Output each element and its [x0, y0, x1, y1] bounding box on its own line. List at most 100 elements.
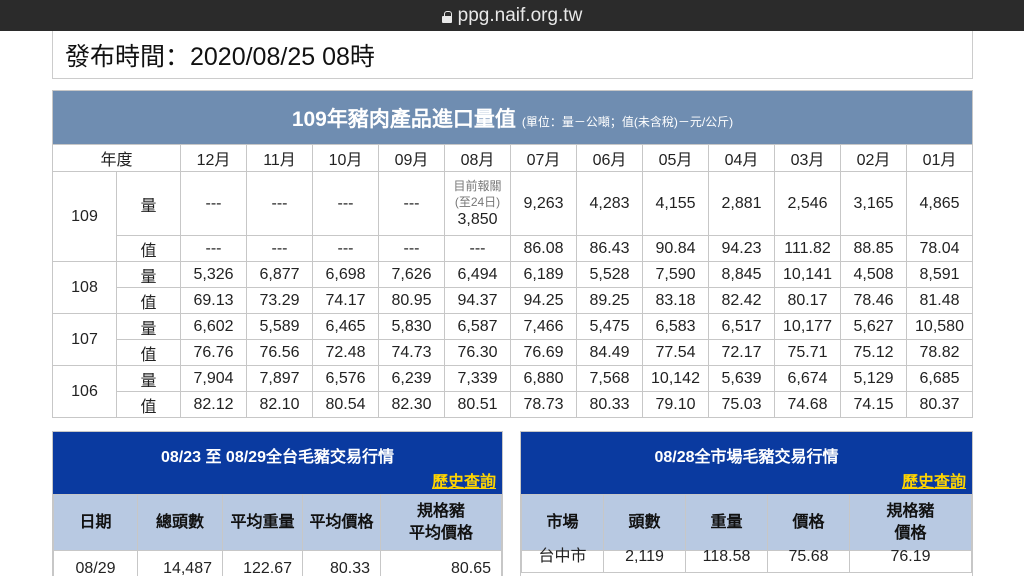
panel-header-row: 市場 頭數 重量 價格 規格豬 價格	[521, 494, 972, 551]
value-label: 值	[116, 235, 181, 262]
value-cell: 88.85	[840, 235, 907, 262]
year-cell: 106	[52, 365, 117, 418]
qty-cell: 7,904	[180, 365, 247, 392]
qty-label: 量	[116, 365, 181, 392]
value-cell: 86.43	[576, 235, 643, 262]
qty-cell: 5,475	[576, 313, 643, 340]
qty-cell: 4,508	[840, 261, 907, 288]
qty-cell: 6,698	[312, 261, 379, 288]
qty-cell: 4,283	[576, 171, 643, 236]
market-trading-panel: 08/28全市場毛豬交易行情 歷史查詢 市場 頭數 重量 價格 規格豬 價格 台中市 2,11…	[520, 431, 973, 576]
month-header: 07月	[510, 144, 577, 172]
aug-note: (至24日)	[454, 194, 501, 209]
value-cell: 84.49	[576, 339, 643, 366]
value-cell: 79.10	[642, 391, 709, 418]
qty-cell: 7,568	[576, 365, 643, 392]
column-header: 平均重量	[222, 494, 303, 551]
value-cell: 94.25	[510, 287, 577, 314]
value-cell: 80.33	[576, 391, 643, 418]
qty-cell: 6,880	[510, 365, 577, 392]
value-cell: 82.12	[180, 391, 247, 418]
value-cell: 69.13	[180, 287, 247, 314]
qty-cell: 6,583	[642, 313, 709, 340]
value-cell: 82.42	[708, 287, 775, 314]
value-cell: ---	[378, 235, 445, 262]
column-header: 總頭數	[137, 494, 223, 551]
panel-header-row: 日期 總頭數 平均重量 平均價格 規格豬 平均價格	[53, 494, 502, 551]
value-cell: 72.48	[312, 339, 379, 366]
month-header: 04月	[708, 144, 775, 172]
value-cell: 83.18	[642, 287, 709, 314]
value-cell: 76.30	[444, 339, 511, 366]
value-label: 值	[116, 391, 181, 418]
qty-row: 107 量 6,602 5,589 6,465 5,830 6,587 7,466 5,475 6…	[52, 313, 973, 366]
qty-cell: 9,263	[510, 171, 577, 236]
year-cell: 109	[52, 171, 117, 262]
value-cell: 94.23	[708, 235, 775, 262]
column-header: 價格	[767, 494, 850, 551]
qty-cell: 6,494	[444, 261, 511, 288]
value-cell: 80.51	[444, 391, 511, 418]
weekly-table: 日期 總頭數 平均重量 平均價格 規格豬 平均價格 08/29 14,487 122.67 80.…	[53, 494, 502, 576]
value-cell: ---	[246, 235, 313, 262]
table-row: 台中市 2,119 118.58 75.68 76.19	[521, 549, 972, 573]
value-row: 值 82.12 82.10 80.54 82.30 80.51 78.73 80.33 79.1…	[53, 391, 973, 418]
value-row: 值 69.13 73.29 74.17 80.95 94.37 94.25 89.25 83.1…	[53, 287, 973, 314]
market-table: 市場 頭數 重量 價格 規格豬 價格 台中市 2,119 118.58 75.68 76.19	[521, 494, 972, 573]
column-header: 頭數	[603, 494, 686, 551]
table-cell: 122.67	[222, 550, 303, 576]
qty-cell: 6,685	[906, 365, 973, 392]
column-header: 規格豬 價格	[849, 494, 972, 551]
value-cell: 75.71	[774, 339, 841, 366]
qty-label: 量	[116, 171, 181, 236]
qty-cell: ---	[246, 171, 313, 236]
value-cell: 80.95	[378, 287, 445, 314]
publish-time: 發布時間：2020/08/25 08時	[65, 43, 375, 71]
column-header: 規格豬 平均價格	[380, 494, 502, 551]
aug-note: 目前報關	[453, 178, 502, 193]
value-cell: 82.30	[378, 391, 445, 418]
value-cell: 89.25	[576, 287, 643, 314]
value-cell: 80.17	[774, 287, 841, 314]
value-cell: 81.48	[906, 287, 973, 314]
year-header: 年度	[52, 144, 181, 172]
market-panel-header: 08/28全市場毛豬交易行情 歷史查詢	[521, 432, 972, 494]
qty-cell: ---	[180, 171, 247, 236]
weekly-history-link[interactable]: 歷史查詢	[432, 468, 496, 492]
qty-cell: 6,877	[246, 261, 313, 288]
aug-qty-cell: 目前報關 (至24日) 3,850	[444, 171, 511, 236]
market-panel-title: 08/28全市場毛豬交易行情	[654, 449, 839, 466]
qty-cell: 6,465	[312, 313, 379, 340]
value-cell: 82.10	[246, 391, 313, 418]
value-row: 值 76.76 76.56 72.48 74.73 76.30 76.69 84.49 77.5…	[53, 339, 973, 366]
qty-cell: 5,589	[246, 313, 313, 340]
value-cell: 78.04	[906, 235, 973, 262]
qty-row: 108 量 5,326 6,877 6,698 7,626 6,494 6,189 5,528 7…	[52, 261, 973, 314]
value-cell: 111.82	[774, 235, 841, 262]
value-cell: 76.76	[180, 339, 247, 366]
value-cell: 80.37	[906, 391, 973, 418]
publish-time-box: 發布時間：2020/08/25 08時	[52, 31, 973, 79]
qty-cell: 7,339	[444, 365, 511, 392]
value-cell: 72.17	[708, 339, 775, 366]
column-header: 重量	[685, 494, 768, 551]
month-header-row: 年度 12月 11月 10月 09月 08月 07月 06月 05月 04月 03月 02月 01月	[52, 144, 973, 172]
qty-cell: 7,626	[378, 261, 445, 288]
market-history-link[interactable]: 歷史查詢	[902, 468, 966, 492]
value-label: 值	[116, 339, 181, 366]
qty-label: 量	[116, 261, 181, 288]
month-header: 08月	[444, 144, 511, 172]
qty-cell: 6,587	[444, 313, 511, 340]
value-cell: 74.73	[378, 339, 445, 366]
qty-cell: 10,142	[642, 365, 709, 392]
value-cell: 74.15	[840, 391, 907, 418]
value-cell: ---	[180, 235, 247, 262]
value-cell: 78.73	[510, 391, 577, 418]
qty-label: 量	[116, 313, 181, 340]
browser-url-bar[interactable]: ppg.naif.org.tw	[0, 0, 1024, 31]
qty-cell: 4,155	[642, 171, 709, 236]
value-cell: 94.37	[444, 287, 511, 314]
qty-cell: 6,239	[378, 365, 445, 392]
qty-cell: 10,580	[906, 313, 973, 340]
qty-cell: 7,897	[246, 365, 313, 392]
